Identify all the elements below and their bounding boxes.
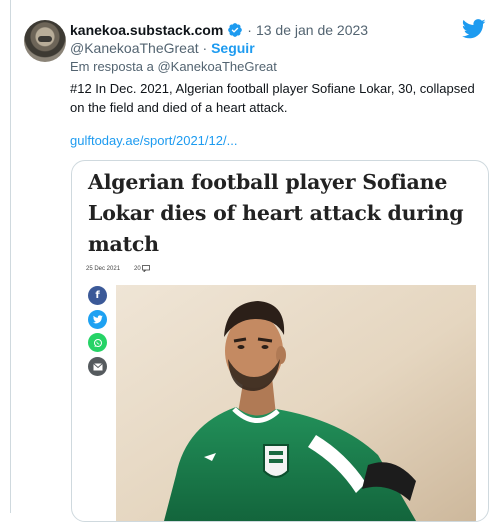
player-photo-illustration xyxy=(116,285,476,521)
article-title: Algerian football player Sofiane Lokar d… xyxy=(88,170,464,256)
facebook-icon: f xyxy=(95,290,100,301)
verified-badge-icon xyxy=(228,23,243,37)
comment-icon xyxy=(141,265,150,272)
separator-dot: · xyxy=(247,22,252,38)
tweet-date[interactable]: 13 de jan de 2023 xyxy=(256,22,368,38)
share-whatsapp-button[interactable] xyxy=(88,333,107,352)
user-handle[interactable]: @KanekoaTheGreat xyxy=(70,40,199,56)
share-email-button[interactable] xyxy=(88,357,107,376)
comment-count: 20 xyxy=(134,265,141,272)
article-meta: 25 Dec 2021 20 xyxy=(86,265,150,272)
handle-row: @KanekoaTheGreat · Seguir xyxy=(70,40,255,56)
twitter-icon xyxy=(92,315,103,324)
tweet-link[interactable]: gulftoday.ae/sport/2021/12/... xyxy=(70,133,237,148)
email-icon xyxy=(92,362,103,370)
avatar[interactable] xyxy=(24,20,66,62)
article-photo xyxy=(116,285,476,521)
separator-dot: · xyxy=(202,40,212,56)
share-facebook-button[interactable]: f xyxy=(88,286,107,305)
display-name[interactable]: kanekoa.substack.com xyxy=(70,22,223,38)
whatsapp-icon xyxy=(93,338,102,347)
tweet-text: #12 In Dec. 2021, Algerian football play… xyxy=(70,81,475,115)
share-twitter-button[interactable] xyxy=(88,310,107,329)
link-preview-card[interactable]: Algerian football player Sofiane Lokar d… xyxy=(71,160,489,522)
reply-context: Em resposta a @KanekoaTheGreat xyxy=(70,59,277,74)
tweet-header: kanekoa.substack.com · 13 de jan de 2023 xyxy=(70,20,368,40)
reply-handle[interactable]: @KanekoaTheGreat xyxy=(157,59,276,74)
article-date: 25 Dec 2021 xyxy=(86,265,121,272)
follow-button[interactable]: Seguir xyxy=(211,40,255,56)
reply-prefix: Em resposta a xyxy=(70,59,154,74)
twitter-bird-icon[interactable] xyxy=(462,19,486,39)
thread-line xyxy=(10,0,11,513)
